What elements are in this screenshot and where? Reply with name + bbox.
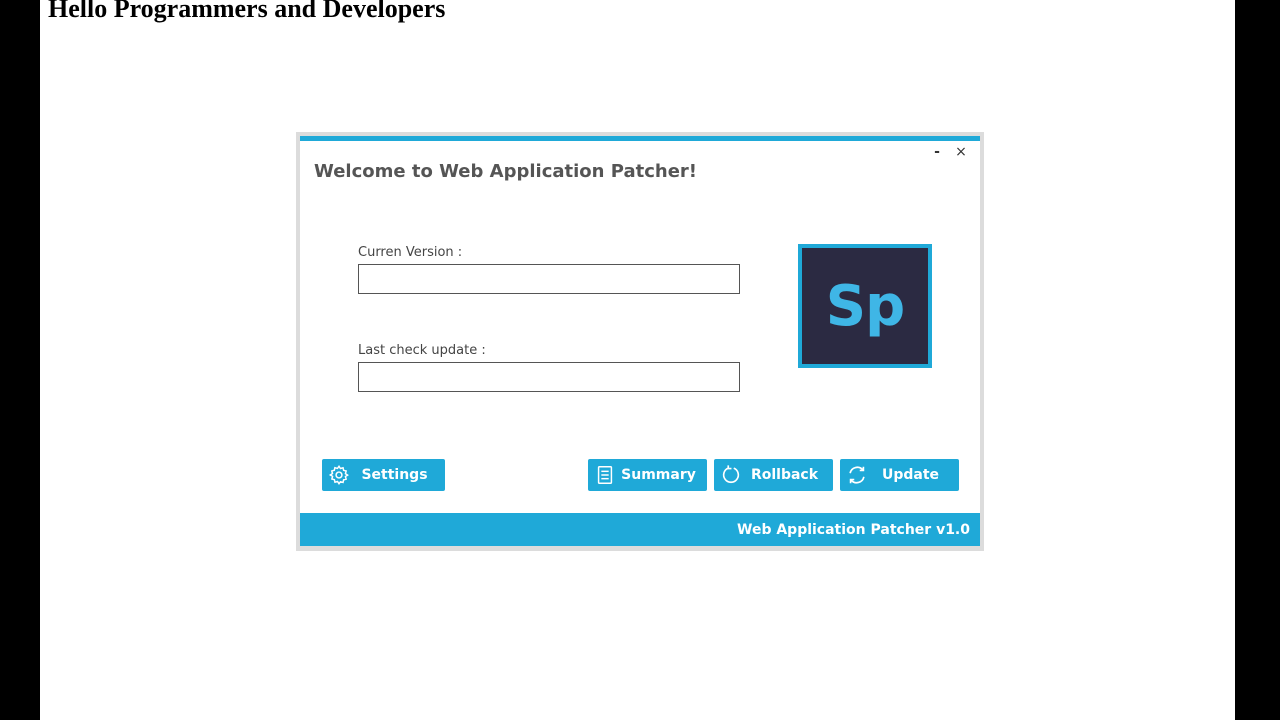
dialog-title: Welcome to Web Application Patcher! — [314, 161, 697, 182]
footer-bar: Web Application Patcher v1.0 — [300, 513, 980, 546]
patcher-dialog: - × Welcome to Web Application Patcher! … — [300, 136, 980, 546]
current-version-label: Curren Version : — [358, 245, 463, 260]
rollback-icon — [722, 465, 740, 484]
minimize-button[interactable]: - — [928, 143, 946, 161]
page-heading: Hello Programmers and Developers — [48, 0, 446, 23]
update-label: Update — [881, 467, 940, 483]
summary-label: Summary — [621, 467, 696, 483]
settings-button[interactable]: Settings — [322, 459, 445, 491]
settings-label: Settings — [361, 467, 428, 483]
version-text: Web Application Patcher v1.0 — [737, 521, 970, 538]
rollback-button[interactable]: Rollback — [714, 459, 833, 491]
last-check-input[interactable] — [358, 362, 740, 392]
current-version-input[interactable] — [358, 264, 740, 294]
app-logo: Sp — [798, 244, 932, 368]
refresh-icon — [849, 466, 865, 484]
document-list-icon — [597, 466, 613, 484]
rollback-label: Rollback — [750, 467, 819, 483]
logo-text: Sp — [802, 248, 928, 364]
close-button[interactable]: × — [952, 143, 970, 161]
summary-button[interactable]: Summary — [588, 459, 707, 491]
browser-page: Hello Programmers and Developers - × Wel… — [40, 0, 1235, 720]
gear-icon — [328, 465, 349, 485]
update-button[interactable]: Update — [840, 459, 959, 491]
last-check-label: Last check update : — [358, 343, 486, 358]
dialog-frame: - × Welcome to Web Application Patcher! … — [296, 132, 984, 551]
